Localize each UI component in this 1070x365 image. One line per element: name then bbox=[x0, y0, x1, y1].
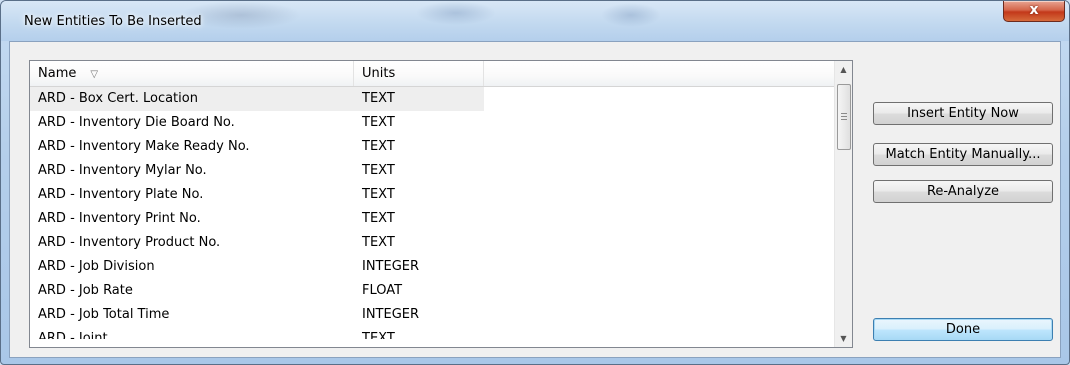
list-row[interactable]: ARD - Box Cert. Location TEXT bbox=[30, 87, 835, 111]
row-units: TEXT bbox=[362, 187, 395, 202]
close-icon: x bbox=[1029, 2, 1039, 18]
dialog-window: New Entities To Be Inserted x Name ▽ Unit… bbox=[0, 0, 1070, 365]
row-units: TEXT bbox=[362, 115, 395, 130]
list-row[interactable]: ARD - Job Total Time INTEGER bbox=[30, 303, 835, 327]
match-entity-manually-button[interactable]: Match Entity Manually... bbox=[873, 143, 1053, 166]
list-row[interactable]: ARD - Inventory Print No. TEXT bbox=[30, 207, 835, 231]
grip-icon bbox=[841, 113, 847, 120]
list-row[interactable]: ARD - Inventory Product No. TEXT bbox=[30, 231, 835, 255]
column-header-name-label: Name bbox=[38, 66, 77, 81]
row-units: TEXT bbox=[362, 211, 395, 226]
insert-entity-now-button[interactable]: Insert Entity Now bbox=[873, 102, 1053, 125]
row-units: TEXT bbox=[362, 163, 395, 178]
list-row[interactable]: ARD - Inventory Mylar No. TEXT bbox=[30, 159, 835, 183]
done-button[interactable]: Done bbox=[873, 318, 1053, 341]
dialog-body: Name ▽ Units ARD - Box Cert. Location TEXT… bbox=[9, 41, 1061, 358]
scroll-up-arrow-icon[interactable]: ▲ bbox=[835, 61, 852, 78]
re-analyze-button[interactable]: Re-Analyze bbox=[873, 180, 1053, 203]
row-units: TEXT bbox=[354, 87, 484, 111]
list-header: Name ▽ Units bbox=[30, 61, 835, 87]
row-name: ARD - Inventory Product No. bbox=[38, 235, 221, 250]
row-name: ARD - Inventory Print No. bbox=[38, 211, 201, 226]
row-name: ARD - Inventory Mylar No. bbox=[38, 163, 207, 178]
list-row[interactable]: ARD - Joint TEXT bbox=[30, 327, 835, 339]
vertical-scrollbar[interactable]: ▲ ▼ bbox=[834, 61, 852, 347]
column-header-units[interactable]: Units bbox=[354, 61, 484, 86]
close-button[interactable]: x bbox=[1003, 1, 1065, 22]
list-rows: ARD - Box Cert. Location TEXT ARD - Inven… bbox=[30, 87, 835, 339]
row-units: INTEGER bbox=[362, 259, 420, 274]
row-units: TEXT bbox=[362, 139, 395, 154]
scroll-thumb[interactable] bbox=[837, 84, 851, 150]
sort-down-icon: ▽ bbox=[90, 69, 99, 80]
row-units: FLOAT bbox=[362, 283, 403, 298]
row-name: ARD - Inventory Plate No. bbox=[38, 187, 204, 202]
list-row[interactable]: ARD - Inventory Make Ready No. TEXT bbox=[30, 135, 835, 159]
row-units: TEXT bbox=[362, 331, 395, 339]
window-title: New Entities To Be Inserted bbox=[24, 14, 202, 29]
list-row[interactable]: ARD - Job Division INTEGER bbox=[30, 255, 835, 279]
entities-list[interactable]: Name ▽ Units ARD - Box Cert. Location TEXT… bbox=[29, 60, 853, 348]
row-name: ARD - Inventory Die Board No. bbox=[38, 115, 235, 130]
row-name: ARD - Joint bbox=[38, 331, 108, 339]
row-name: ARD - Inventory Make Ready No. bbox=[38, 139, 250, 154]
row-units: TEXT bbox=[362, 235, 395, 250]
list-row[interactable]: ARD - Job Rate FLOAT bbox=[30, 279, 835, 303]
list-row[interactable]: ARD - Inventory Plate No. TEXT bbox=[30, 183, 835, 207]
column-header-units-label: Units bbox=[362, 66, 396, 81]
row-name: ARD - Job Total Time bbox=[38, 307, 170, 322]
row-name: ARD - Job Rate bbox=[38, 283, 133, 298]
row-units: INTEGER bbox=[362, 307, 420, 322]
column-header-name[interactable]: Name ▽ bbox=[30, 61, 354, 86]
list-row[interactable]: ARD - Inventory Die Board No. TEXT bbox=[30, 111, 835, 135]
title-bar[interactable]: New Entities To Be Inserted x bbox=[1, 1, 1069, 41]
scroll-down-arrow-icon[interactable]: ▼ bbox=[835, 330, 852, 347]
row-name: ARD - Job Division bbox=[38, 259, 155, 274]
row-name: ARD - Box Cert. Location bbox=[30, 87, 354, 111]
